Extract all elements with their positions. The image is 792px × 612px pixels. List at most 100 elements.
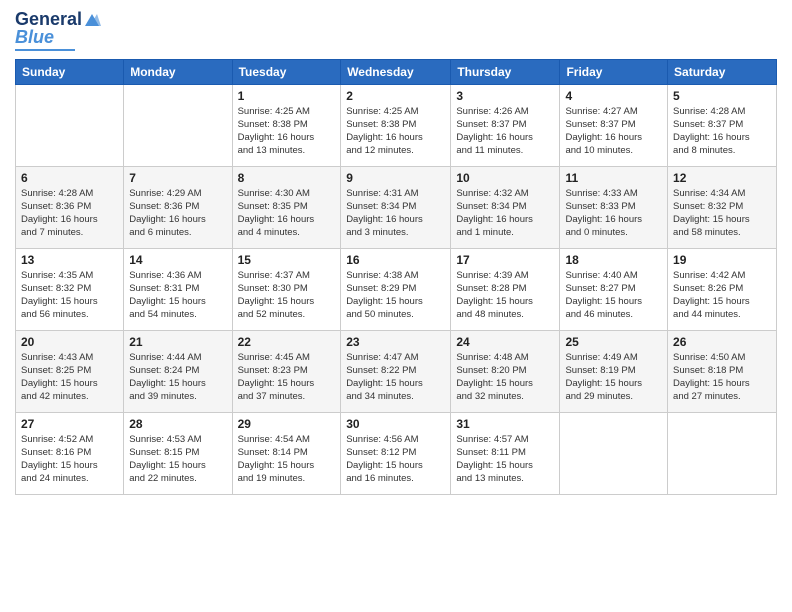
- calendar-cell: 5 Sunrise: 4:28 AMSunset: 8:37 PMDaylight…: [668, 84, 777, 166]
- calendar-cell: 7Sunrise: 4:29 AMSunset: 8:36 PMDaylight…: [124, 166, 232, 248]
- day-info: Sunrise: 4:42 AMSunset: 8:26 PMDaylight:…: [673, 269, 771, 322]
- calendar-cell: 20 Sunrise: 4:43 AMSunset: 8:25 PMDayligh…: [16, 330, 124, 412]
- day-number: 29: [238, 417, 336, 431]
- day-number: 6: [21, 171, 118, 185]
- calendar-page: General Blue SundayMondayTuesdayWednesda…: [0, 0, 792, 612]
- calendar-cell: 4 Sunrise: 4:27 AMSunset: 8:37 PMDaylight…: [560, 84, 668, 166]
- day-number: 21: [129, 335, 226, 349]
- day-info: Sunrise: 4:38 AMSunset: 8:29 PMDaylight:…: [346, 269, 445, 322]
- calendar-cell: [16, 84, 124, 166]
- day-info: Sunrise: 4:43 AMSunset: 8:25 PMDaylight:…: [21, 351, 118, 404]
- day-number: 4: [565, 89, 662, 103]
- calendar-cell: 1 Sunrise: 4:25 AMSunset: 8:38 PMDaylight…: [232, 84, 341, 166]
- day-info: Sunrise: 4:35 AMSunset: 8:32 PMDaylight:…: [21, 269, 118, 322]
- logo-underline: [15, 49, 75, 51]
- logo: General Blue: [15, 10, 101, 51]
- day-number: 28: [129, 417, 226, 431]
- day-info: Sunrise: 4:47 AMSunset: 8:22 PMDaylight:…: [346, 351, 445, 404]
- day-info: Sunrise: 4:57 AMSunset: 8:11 PMDaylight:…: [456, 433, 554, 486]
- calendar-cell: 15 Sunrise: 4:37 AMSunset: 8:30 PMDayligh…: [232, 248, 341, 330]
- day-info: Sunrise: 4:50 AMSunset: 8:18 PMDaylight:…: [673, 351, 771, 404]
- weekday-header: Friday: [560, 59, 668, 84]
- calendar-week-row: 27 Sunrise: 4:52 AMSunset: 8:16 PMDayligh…: [16, 412, 777, 494]
- day-number: 10: [456, 171, 554, 185]
- header: General Blue: [15, 10, 777, 51]
- logo-blue: Blue: [15, 28, 54, 48]
- day-info: Sunrise: 4:25 AMSunset: 8:38 PMDaylight:…: [238, 105, 336, 158]
- calendar-cell: 12Sunrise: 4:34 AMSunset: 8:32 PMDayligh…: [668, 166, 777, 248]
- calendar-cell: [668, 412, 777, 494]
- calendar-cell: 14 Sunrise: 4:36 AMSunset: 8:31 PMDayligh…: [124, 248, 232, 330]
- day-info: Sunrise: 4:56 AMSunset: 8:12 PMDaylight:…: [346, 433, 445, 486]
- day-number: 7: [129, 171, 226, 185]
- day-number: 14: [129, 253, 226, 267]
- day-number: 27: [21, 417, 118, 431]
- day-number: 17: [456, 253, 554, 267]
- day-number: 13: [21, 253, 118, 267]
- calendar-cell: 9Sunrise: 4:31 AMSunset: 8:34 PMDaylight…: [341, 166, 451, 248]
- day-info: Sunrise: 4:32 AMSunset: 8:34 PMDaylight:…: [456, 187, 554, 240]
- calendar-cell: 26 Sunrise: 4:50 AMSunset: 8:18 PMDayligh…: [668, 330, 777, 412]
- calendar-cell: 30 Sunrise: 4:56 AMSunset: 8:12 PMDayligh…: [341, 412, 451, 494]
- day-number: 22: [238, 335, 336, 349]
- day-info: Sunrise: 4:37 AMSunset: 8:30 PMDaylight:…: [238, 269, 336, 322]
- day-info: Sunrise: 4:52 AMSunset: 8:16 PMDaylight:…: [21, 433, 118, 486]
- day-number: 8: [238, 171, 336, 185]
- day-info: Sunrise: 4:39 AMSunset: 8:28 PMDaylight:…: [456, 269, 554, 322]
- calendar-cell: 28 Sunrise: 4:53 AMSunset: 8:15 PMDayligh…: [124, 412, 232, 494]
- day-info: Sunrise: 4:30 AMSunset: 8:35 PMDaylight:…: [238, 187, 336, 240]
- calendar-cell: 21 Sunrise: 4:44 AMSunset: 8:24 PMDayligh…: [124, 330, 232, 412]
- day-info: Sunrise: 4:54 AMSunset: 8:14 PMDaylight:…: [238, 433, 336, 486]
- day-number: 30: [346, 417, 445, 431]
- weekday-header: Tuesday: [232, 59, 341, 84]
- day-number: 31: [456, 417, 554, 431]
- day-info: Sunrise: 4:40 AMSunset: 8:27 PMDaylight:…: [565, 269, 662, 322]
- calendar-week-row: 13 Sunrise: 4:35 AMSunset: 8:32 PMDayligh…: [16, 248, 777, 330]
- day-number: 1: [238, 89, 336, 103]
- day-info: Sunrise: 4:53 AMSunset: 8:15 PMDaylight:…: [129, 433, 226, 486]
- day-info: Sunrise: 4:45 AMSunset: 8:23 PMDaylight:…: [238, 351, 336, 404]
- day-info: Sunrise: 4:27 AMSunset: 8:37 PMDaylight:…: [565, 105, 662, 158]
- calendar-cell: 11 Sunrise: 4:33 AMSunset: 8:33 PMDayligh…: [560, 166, 668, 248]
- day-number: 16: [346, 253, 445, 267]
- weekday-header: Monday: [124, 59, 232, 84]
- day-info: Sunrise: 4:48 AMSunset: 8:20 PMDaylight:…: [456, 351, 554, 404]
- calendar-cell: 6Sunrise: 4:28 AMSunset: 8:36 PMDaylight…: [16, 166, 124, 248]
- day-number: 26: [673, 335, 771, 349]
- calendar-cell: 18 Sunrise: 4:40 AMSunset: 8:27 PMDayligh…: [560, 248, 668, 330]
- calendar-cell: 3Sunrise: 4:26 AMSunset: 8:37 PMDaylight…: [451, 84, 560, 166]
- calendar-cell: [560, 412, 668, 494]
- calendar-cell: 23 Sunrise: 4:47 AMSunset: 8:22 PMDayligh…: [341, 330, 451, 412]
- day-info: Sunrise: 4:49 AMSunset: 8:19 PMDaylight:…: [565, 351, 662, 404]
- day-info: Sunrise: 4:28 AMSunset: 8:37 PMDaylight:…: [673, 105, 771, 158]
- day-number: 19: [673, 253, 771, 267]
- weekday-header: Wednesday: [341, 59, 451, 84]
- day-number: 25: [565, 335, 662, 349]
- calendar-cell: 17 Sunrise: 4:39 AMSunset: 8:28 PMDayligh…: [451, 248, 560, 330]
- day-info: Sunrise: 4:33 AMSunset: 8:33 PMDaylight:…: [565, 187, 662, 240]
- weekday-header: Saturday: [668, 59, 777, 84]
- day-number: 11: [565, 171, 662, 185]
- day-number: 23: [346, 335, 445, 349]
- calendar-cell: 2Sunrise: 4:25 AMSunset: 8:38 PMDaylight…: [341, 84, 451, 166]
- calendar-cell: 31 Sunrise: 4:57 AMSunset: 8:11 PMDayligh…: [451, 412, 560, 494]
- day-number: 20: [21, 335, 118, 349]
- calendar-week-row: 1 Sunrise: 4:25 AMSunset: 8:38 PMDaylight…: [16, 84, 777, 166]
- day-number: 12: [673, 171, 771, 185]
- day-number: 2: [346, 89, 445, 103]
- calendar-cell: 13 Sunrise: 4:35 AMSunset: 8:32 PMDayligh…: [16, 248, 124, 330]
- day-info: Sunrise: 4:44 AMSunset: 8:24 PMDaylight:…: [129, 351, 226, 404]
- day-number: 15: [238, 253, 336, 267]
- calendar-cell: 10 Sunrise: 4:32 AMSunset: 8:34 PMDayligh…: [451, 166, 560, 248]
- day-number: 5: [673, 89, 771, 103]
- day-info: Sunrise: 4:36 AMSunset: 8:31 PMDaylight:…: [129, 269, 226, 322]
- calendar-cell: 16 Sunrise: 4:38 AMSunset: 8:29 PMDayligh…: [341, 248, 451, 330]
- day-number: 9: [346, 171, 445, 185]
- weekday-header: Thursday: [451, 59, 560, 84]
- weekday-header-row: SundayMondayTuesdayWednesdayThursdayFrid…: [16, 59, 777, 84]
- calendar-cell: 24Sunrise: 4:48 AMSunset: 8:20 PMDayligh…: [451, 330, 560, 412]
- day-number: 18: [565, 253, 662, 267]
- calendar-table: SundayMondayTuesdayWednesdayThursdayFrid…: [15, 59, 777, 495]
- day-number: 3: [456, 89, 554, 103]
- calendar-cell: 19 Sunrise: 4:42 AMSunset: 8:26 PMDayligh…: [668, 248, 777, 330]
